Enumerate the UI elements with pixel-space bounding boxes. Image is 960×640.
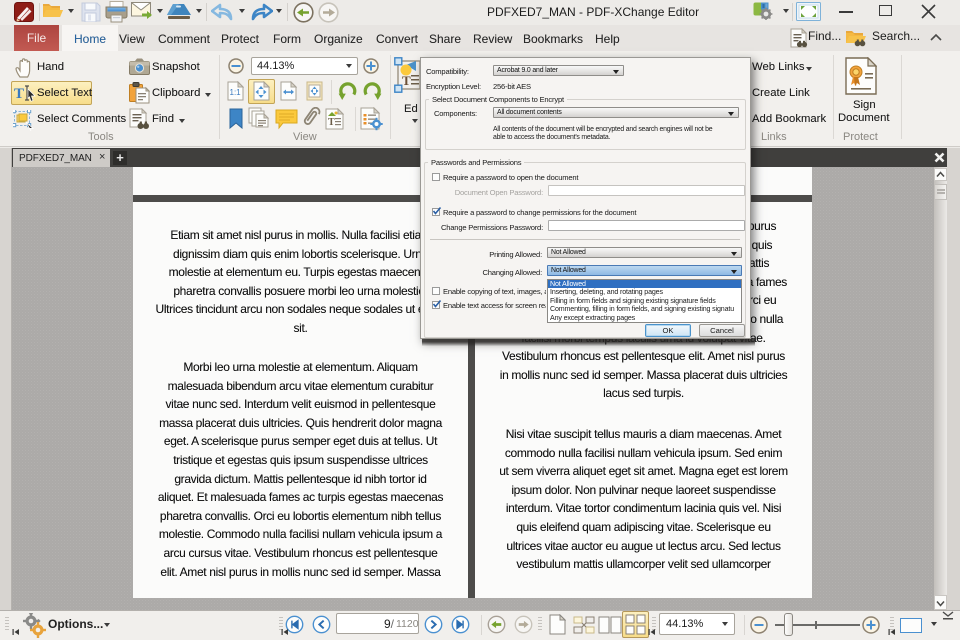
svg-text:1:1: 1:1 [230, 88, 242, 97]
svg-text:T: T [402, 73, 411, 88]
svg-text:T: T [14, 86, 24, 102]
svg-text:T: T [328, 117, 335, 128]
